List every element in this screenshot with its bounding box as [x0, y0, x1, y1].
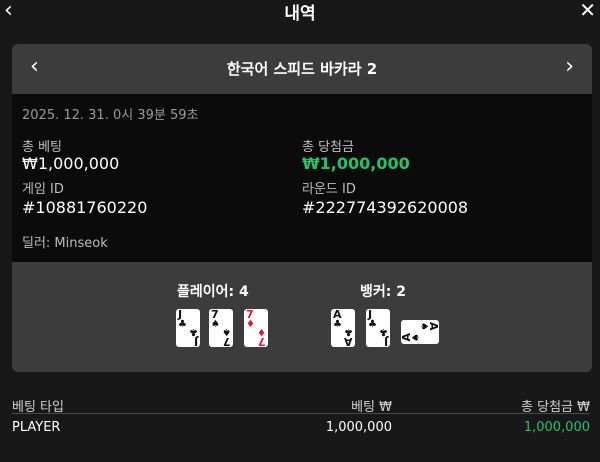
player-card-2: 7 ♠ 7 ♠: [209, 308, 233, 348]
top-bar: ‹ 내역 ✕: [0, 0, 600, 28]
banker-card-1: A ♣ A ♣: [331, 308, 355, 348]
banker-hand-label: 뱅커: 2: [360, 284, 406, 300]
round-id-value: #222774392620008: [302, 198, 469, 217]
hands-panel: 플레이어: 4 뱅커: 2 J ♣ J ♣ 7 ♠ 7 ♠ 7 ♦ 7 ♦ A ♣ A ♣ J ♣ J ♣ A ♠ A ♠: [12, 262, 592, 372]
total-bet-value: ₩1,000,000: [22, 154, 120, 173]
total-win-value: ₩1,000,000: [302, 154, 410, 173]
round-info: 2025. 12. 31. 0시 39분 59초 총 베팅 ₩1,000,000…: [12, 94, 592, 262]
game-name: 한국어 스피드 바카라 2: [226, 60, 378, 78]
game-header: ‹ 한국어 스피드 바카라 2 ›: [12, 44, 592, 94]
next-round-button[interactable]: ›: [565, 54, 574, 79]
close-icon[interactable]: ✕: [579, 0, 596, 22]
total-win-label: 총 당첨금: [302, 140, 354, 155]
banker-card-2: J ♣ J ♣: [366, 308, 390, 348]
round-id-label: 라운드 ID: [302, 182, 356, 197]
total-bet-label: 총 베팅: [22, 140, 63, 155]
banker-card-3: A ♠ A ♠: [400, 320, 440, 344]
player-card-3: 7 ♦ 7 ♦: [244, 308, 268, 348]
dealer-name: 딜러: Minseok: [22, 236, 108, 251]
row-total-win: 1,000,000: [523, 420, 590, 435]
history-card: ‹ 한국어 스피드 바카라 2 › 2025. 12. 31. 0시 39분 5…: [12, 44, 592, 372]
game-id-value: #10881760220: [22, 198, 148, 217]
player-card-1: J ♣ J ♣: [176, 308, 200, 348]
table-divider: [12, 413, 590, 414]
row-bet-amount: 1,000,000: [325, 420, 392, 435]
round-datetime: 2025. 12. 31. 0시 39분 59초: [22, 108, 199, 123]
row-bet-type: PLAYER: [12, 420, 61, 435]
player-hand-label: 플레이어: 4: [177, 284, 249, 300]
page-title: 내역: [284, 4, 316, 24]
game-id-label: 게임 ID: [22, 182, 64, 197]
